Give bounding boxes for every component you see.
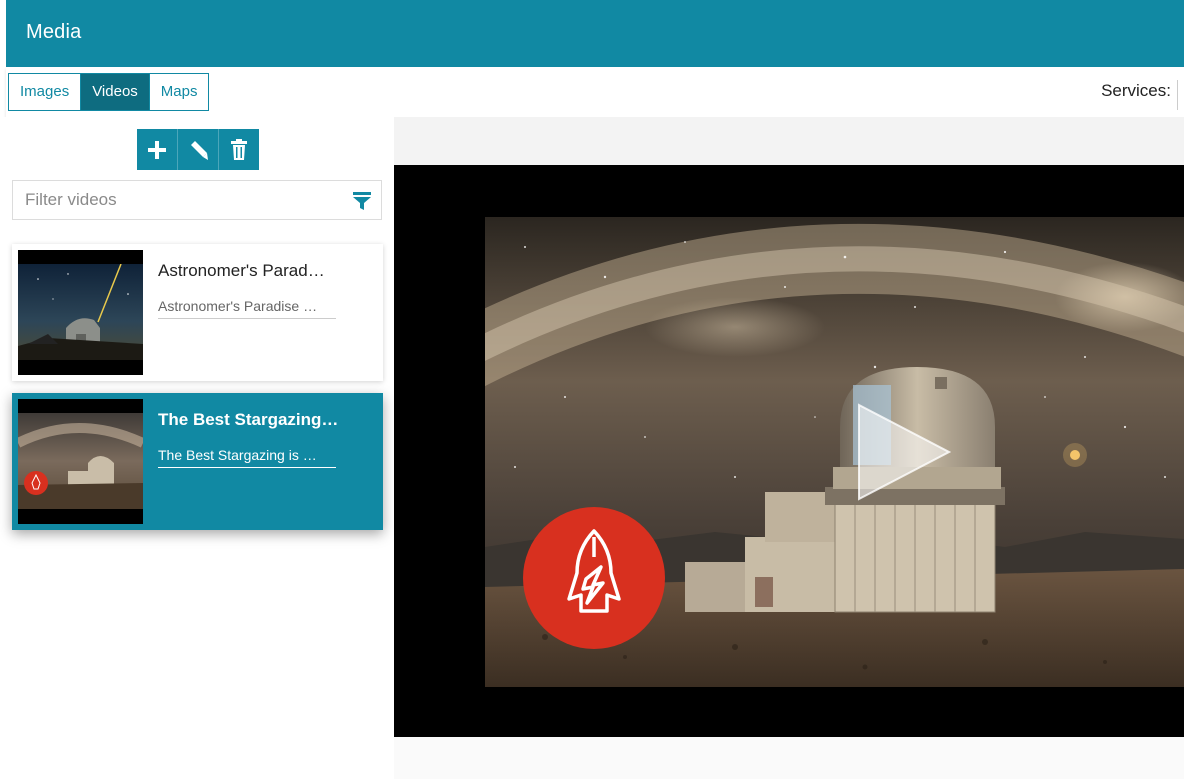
video-poster — [485, 217, 1184, 687]
rocket-logo-icon — [523, 507, 665, 649]
trash-icon — [231, 138, 247, 160]
video-title: The Best Stargazing… — [158, 410, 339, 429]
video-list-panel: Astronomer's Parad… Astronomer's Paradis… — [0, 117, 394, 779]
video-preview-area — [394, 117, 1184, 779]
plus-icon — [148, 140, 166, 159]
filter-box — [12, 180, 382, 220]
page-title: Media — [26, 21, 82, 43]
video-actions — [137, 129, 259, 170]
pencil-icon — [191, 140, 208, 160]
tab-maps[interactable]: Maps — [148, 74, 209, 110]
video-description: The Best Stargazing is … — [158, 447, 336, 468]
edit-video-button[interactable] — [177, 129, 218, 170]
video-description: Astronomer's Paradise … — [158, 298, 336, 319]
player-footer — [394, 737, 1184, 779]
video-player[interactable] — [394, 165, 1184, 737]
filter-icon[interactable] — [353, 191, 371, 211]
tab-images[interactable]: Images — [9, 74, 81, 110]
media-tabs: Images Videos Maps — [8, 73, 210, 111]
video-list-item-selected[interactable]: The Best Stargazing… The Best Stargazing… — [12, 393, 383, 530]
play-icon[interactable] — [857, 403, 951, 501]
video-thumbnail — [18, 399, 143, 524]
tab-videos[interactable]: Videos — [80, 74, 149, 110]
video-list-item[interactable]: Astronomer's Parad… Astronomer's Paradis… — [12, 244, 383, 381]
video-thumbnail — [18, 250, 143, 375]
app-header: Media — [6, 0, 1184, 67]
filter-videos-input[interactable] — [13, 181, 367, 219]
toolbar: Images Videos Maps Services: — [6, 67, 1184, 117]
services-label: Services: — [1101, 80, 1178, 110]
delete-video-button[interactable] — [218, 129, 259, 170]
video-title: Astronomer's Parad… — [158, 261, 325, 280]
add-video-button[interactable] — [137, 129, 177, 170]
